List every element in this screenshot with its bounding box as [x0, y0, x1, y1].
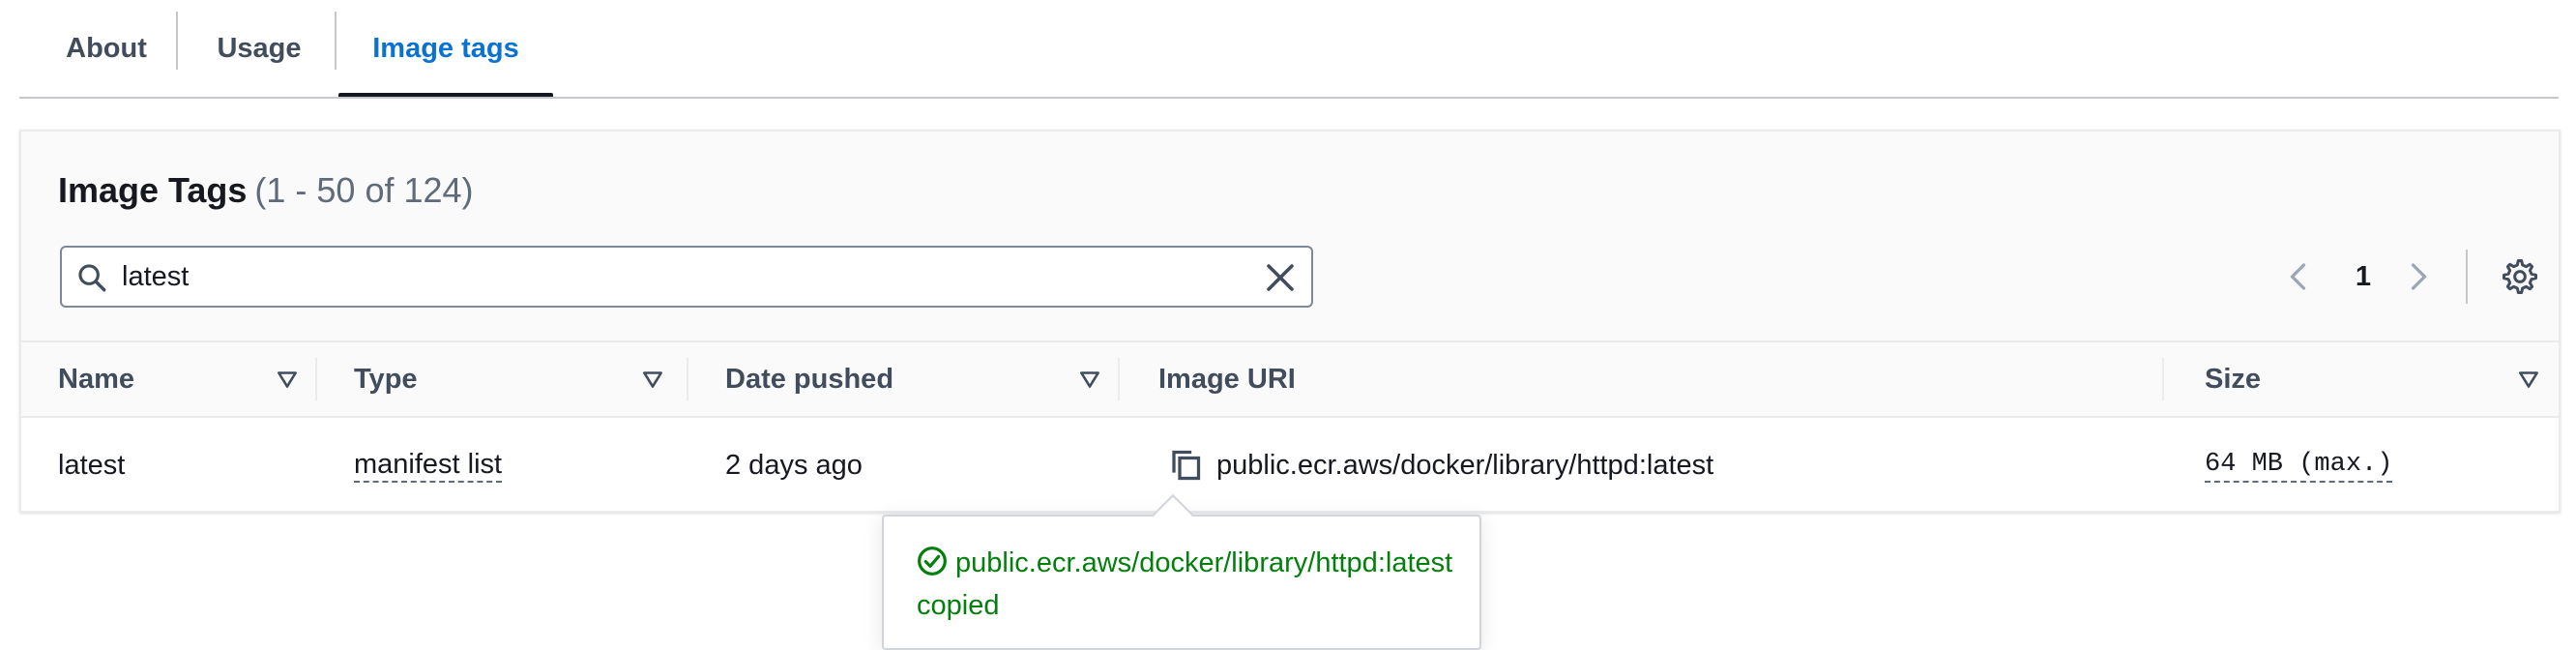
current-page-number[interactable]: 1	[2346, 259, 2381, 294]
column-header-name[interactable]: Name	[58, 342, 134, 416]
tag-name: latest	[58, 449, 126, 481]
copied-popover: public.ecr.aws/docker/library/httpd:late…	[882, 493, 1481, 650]
sort-icon[interactable]	[2516, 367, 2541, 392]
pagination: 1	[2249, 246, 2559, 308]
tab-about[interactable]: About	[19, 0, 193, 97]
column-header-label: Date pushed	[725, 363, 894, 395]
column-header-size[interactable]: Size	[2205, 342, 2261, 416]
close-icon[interactable]	[1263, 260, 1298, 295]
column-header-label: Type	[354, 363, 418, 395]
panel-header: Image Tags(1 - 50 of 124) 1	[21, 132, 2559, 342]
column-header-label: Name	[58, 363, 134, 395]
search-input[interactable]	[122, 255, 1244, 298]
chevron-right-icon[interactable]	[2400, 259, 2435, 294]
gear-icon[interactable]	[2501, 257, 2539, 296]
tab-usage[interactable]: Usage	[180, 0, 338, 97]
tag-size[interactable]: 64 MB (max.)	[2205, 448, 2393, 483]
search-icon	[78, 264, 106, 292]
tag-type[interactable]: manifest list	[354, 448, 503, 483]
column-divider	[2162, 358, 2164, 400]
table-row: latest manifest list 2 days ago public.e…	[21, 418, 2559, 513]
image-tags-container: Image Tags(1 - 50 of 124) 1	[19, 130, 2561, 513]
image-tags-page: About Usage Image tags Image Tags (1 - 50…	[0, 0, 2576, 650]
column-header-label: Image URI	[1158, 363, 1296, 395]
cell-type: manifest list	[354, 418, 503, 513]
column-divider	[1118, 358, 1120, 400]
tag-date-pushed: 2 days ago	[725, 449, 863, 481]
panel-title: Image Tags (1 - 50 of 124)	[58, 170, 474, 211]
popover-message: public.ecr.aws/docker/library/httpd:late…	[917, 547, 1453, 621]
column-divider	[687, 358, 688, 400]
cell-name: latest	[58, 418, 125, 513]
cell-size: 64 MB (max.)	[2205, 418, 2393, 513]
cell-date-pushed: 2 days ago	[725, 418, 863, 513]
sort-icon[interactable]	[1077, 367, 1102, 392]
column-header-date-pushed[interactable]: Date pushed	[725, 342, 893, 416]
search-field[interactable]	[60, 246, 1313, 308]
image-uri-text: public.ecr.aws/docker/library/httpd:late…	[1216, 449, 1714, 481]
cell-image-uri: public.ecr.aws/docker/library/httpd:late…	[1168, 418, 1713, 513]
tab-usage-label: Usage	[217, 32, 302, 64]
tab-about-label: About	[66, 32, 147, 64]
column-divider	[315, 358, 317, 400]
tab-image-tags[interactable]: Image tags	[338, 0, 553, 97]
sort-icon[interactable]	[275, 367, 300, 392]
tab-divider	[176, 12, 178, 70]
tab-divider	[335, 12, 337, 70]
column-header-type[interactable]: Type	[354, 342, 418, 416]
copy-icon[interactable]	[1168, 448, 1203, 483]
chevron-left-icon[interactable]	[2282, 259, 2317, 294]
column-header-image-uri: Image URI	[1158, 342, 1296, 416]
pagination-divider	[2466, 250, 2468, 304]
sort-icon[interactable]	[640, 367, 665, 392]
panel-title-count: (1 - 50 of 124)	[254, 170, 474, 210]
tab-bar: About Usage Image tags	[19, 0, 2559, 99]
table-header: Name Type Date pushed Image URI Size	[21, 342, 2559, 418]
tab-image-tags-label: Image tags	[372, 32, 519, 64]
active-tab-indicator	[338, 93, 553, 97]
panel-title-text: Image Tags	[58, 170, 248, 210]
column-header-label: Size	[2205, 363, 2262, 395]
